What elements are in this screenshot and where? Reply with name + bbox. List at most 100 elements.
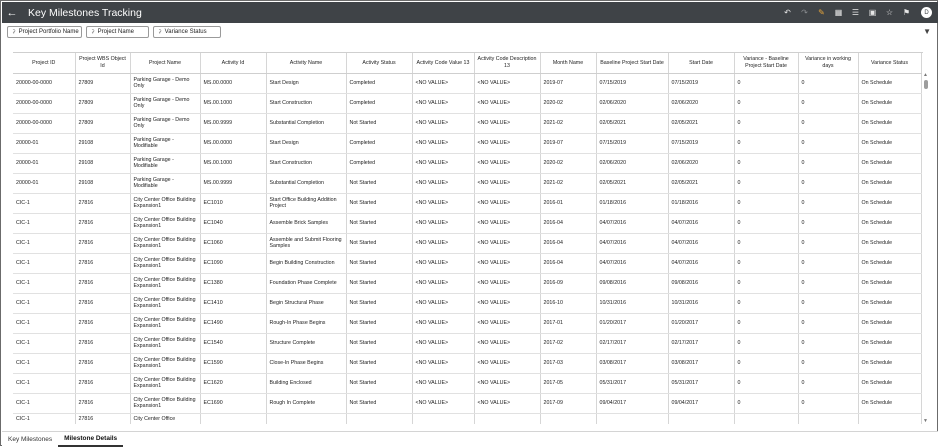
table-cell: 04/07/2016 [668,233,735,254]
table-cell: Substantial Completion [266,113,347,134]
column-header[interactable]: Activity Status [346,53,413,74]
messages-icon[interactable]: ☰ [847,2,864,23]
table-cell: City Center Office Building Expansion1 [130,373,201,394]
table-row[interactable]: 20000-00-0000 27809 Parking Garage - Demo … [13,73,922,94]
table-row[interactable]: 20000-01 29108 Parking Garage - Modifiable… [13,153,922,174]
column-header[interactable]: Project WBS Object Id [75,53,131,74]
table-cell: 2016-01 [540,193,597,214]
table-cell: <NO VALUE> [412,253,475,274]
pin-icon: ⚳ [12,29,16,35]
table-cell: 2021-02 [540,173,597,194]
table-cell: 0 [734,193,799,214]
column-header[interactable]: Activity Name [266,53,347,74]
scroll-thumb[interactable] [924,80,928,89]
table-row[interactable]: CIC-1 27816 City Center Office Building Ex… [13,273,922,294]
table-cell: On Schedule [858,333,922,354]
table-cell: CIC-1 [13,353,76,374]
table-cell [266,413,347,424]
table-cell: Parking Garage - Demo Only [130,73,201,94]
table-row[interactable]: CIC-1 27816 City Center Office Building Ex… [13,193,922,214]
table-row[interactable]: 20000-01 29108 Parking Garage - Modifiable… [13,173,922,194]
table-cell: <NO VALUE> [412,153,475,174]
column-header[interactable]: Variance in working days [798,53,859,74]
table-cell: On Schedule [858,253,922,274]
table-cell: <NO VALUE> [474,133,541,154]
table-cell: <NO VALUE> [412,333,475,354]
table-row[interactable]: CIC-1 27816 City Center Office Building Ex… [13,293,922,314]
avatar[interactable]: D [921,7,932,18]
filter-bar: ⚳ Project Portfolio Name ⚳ Project Name … [7,26,221,38]
table-row[interactable]: CIC-1 27816 City Center Office [13,413,922,424]
table-cell: 0 [798,313,859,334]
table-row[interactable]: CIC-1 27816 City Center Office Building Ex… [13,353,922,374]
table-cell: 27816 [75,213,131,234]
table-cell: Not Started [346,373,413,394]
table-cell: <NO VALUE> [474,153,541,174]
table-cell: MS.00.0000 [200,133,267,154]
table-cell: City Center Office Building Expansion1 [130,333,201,354]
table-cell: 27816 [75,333,131,354]
table-cell: On Schedule [858,373,922,394]
table-row[interactable]: CIC-1 27816 City Center Office Building Ex… [13,393,922,414]
column-header[interactable]: Activity Code Description 13 [474,53,541,74]
table-row[interactable]: 20000-00-0000 27809 Parking Garage - Demo … [13,113,922,134]
table-body: 20000-00-0000 27809 Parking Garage - Demo … [13,73,922,424]
tab-milestone-details[interactable]: Milestone Details [58,432,124,447]
column-header[interactable]: Activity Code Value 13 [412,53,475,74]
column-header[interactable]: Baseline Project Start Date [596,53,669,74]
scroll-up-icon[interactable]: ▲ [923,72,928,78]
table-cell [798,413,859,424]
column-header[interactable]: Start Date [668,53,735,74]
table-cell [668,413,735,424]
filter-chip-project-name[interactable]: ⚳ Project Name [86,26,149,38]
table-row[interactable]: 20000-01 29108 Parking Garage - Modifiable… [13,133,922,154]
data-icon[interactable]: ▦ [830,2,847,23]
table-cell: <NO VALUE> [412,73,475,94]
tab-bar: Key Milestones Milestone Details [2,431,938,447]
bookmark-icon[interactable]: ⚑ [898,2,915,23]
table-cell: 2019-07 [540,73,597,94]
column-header[interactable]: Project ID [13,53,76,74]
table-cell: EC1410 [200,293,267,314]
edit-icon[interactable]: ✎ [813,2,830,23]
table-cell: Rough-In Phase Begins [266,313,347,334]
table-cell: Not Started [346,333,413,354]
table-cell: 2021-02 [540,113,597,134]
table-cell: 2020-02 [540,93,597,114]
redo-icon[interactable]: ↷ [796,2,813,23]
table-cell: 27816 [75,273,131,294]
tab-key-milestones[interactable]: Key Milestones [2,432,58,447]
table-cell: 02/05/2021 [596,173,669,194]
table-cell: 05/31/2017 [596,373,669,394]
filter-settings-icon[interactable]: ▼ [923,27,931,36]
table-cell: 27809 [75,113,131,134]
table-row[interactable]: CIC-1 27816 City Center Office Building Ex… [13,313,922,334]
back-arrow-icon[interactable]: ← [2,2,22,23]
table-cell: 0 [798,73,859,94]
table-row[interactable]: CIC-1 27816 City Center Office Building Ex… [13,213,922,234]
present-icon[interactable]: ▣ [864,2,881,23]
scroll-down-icon[interactable]: ▼ [923,418,928,424]
filter-chip-project-portfolio[interactable]: ⚳ Project Portfolio Name [7,26,82,38]
column-header[interactable]: Variance Status [858,53,922,74]
table-cell: On Schedule [858,393,922,414]
table-cell: CIC-1 [13,193,76,214]
table-cell: 2020-02 [540,153,597,174]
vertical-scrollbar[interactable]: ▲ ▼ [923,72,929,424]
column-header[interactable]: Variance - Baseline Project Start Date [734,53,799,74]
table-row[interactable]: 20000-00-0000 27809 Parking Garage - Demo … [13,93,922,114]
table-cell: Substantial Completion [266,173,347,194]
toolbar: ↶ ↷ ✎ ▦ ☰ ▣ ☆ ⚑ D [779,2,932,23]
column-header[interactable]: Project Name [130,53,201,74]
table-cell: 0 [734,353,799,374]
table-cell: <NO VALUE> [474,313,541,334]
table-row[interactable]: CIC-1 27816 City Center Office Building Ex… [13,253,922,274]
undo-icon[interactable]: ↶ [779,2,796,23]
filter-chip-variance-status[interactable]: ⚳ Variance Status [153,26,221,38]
share-icon[interactable]: ☆ [881,2,898,23]
column-header[interactable]: Month Name [540,53,597,74]
column-header[interactable]: Activity Id [200,53,267,74]
table-row[interactable]: CIC-1 27816 City Center Office Building Ex… [13,373,922,394]
table-row[interactable]: CIC-1 27816 City Center Office Building Ex… [13,333,922,354]
table-row[interactable]: CIC-1 27816 City Center Office Building Ex… [13,233,922,254]
